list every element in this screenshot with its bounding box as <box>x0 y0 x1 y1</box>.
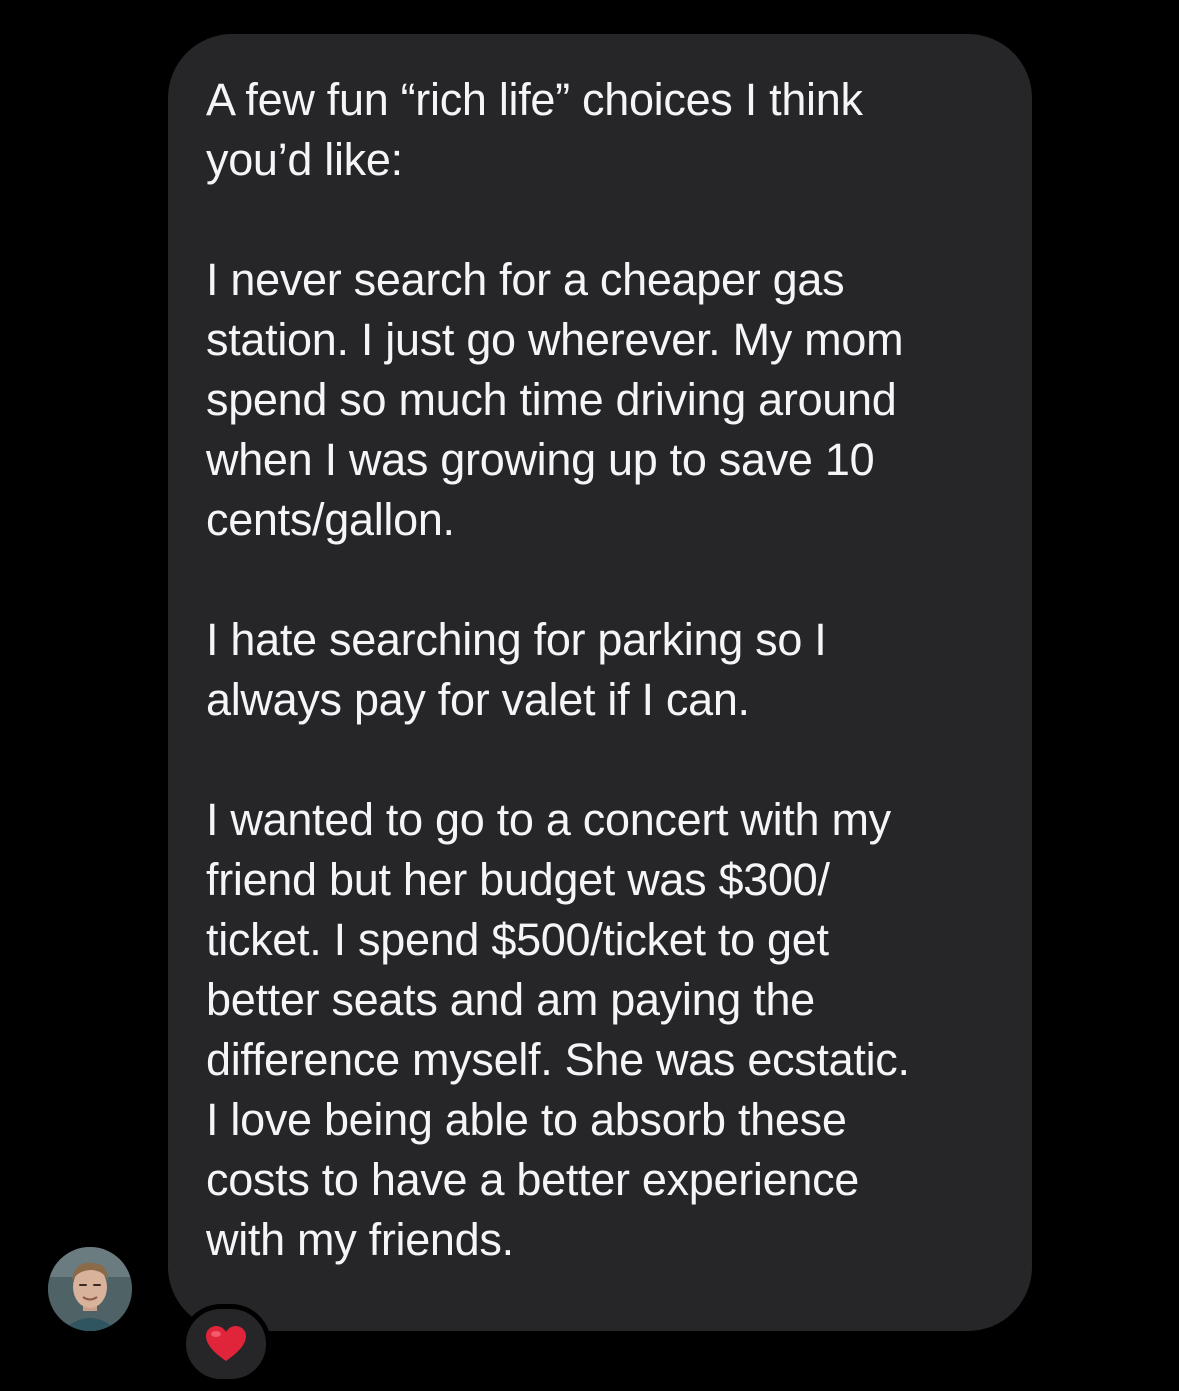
heart-icon <box>206 1326 246 1361</box>
message-bubble[interactable]: A few fun “rich life” choices I think yo… <box>168 34 1032 1331</box>
message-paragraph: I never search for a cheaper gas station… <box>206 254 904 545</box>
message-paragraph: I wanted to go to a concert with my frie… <box>206 794 910 1265</box>
message-paragraph: I hate searching for parking so I always… <box>206 614 827 725</box>
avatar-image <box>48 1247 132 1331</box>
message-paragraph: A few fun “rich life” choices I think yo… <box>206 74 863 185</box>
reaction-badge[interactable] <box>181 1304 271 1384</box>
avatar[interactable] <box>48 1247 132 1331</box>
